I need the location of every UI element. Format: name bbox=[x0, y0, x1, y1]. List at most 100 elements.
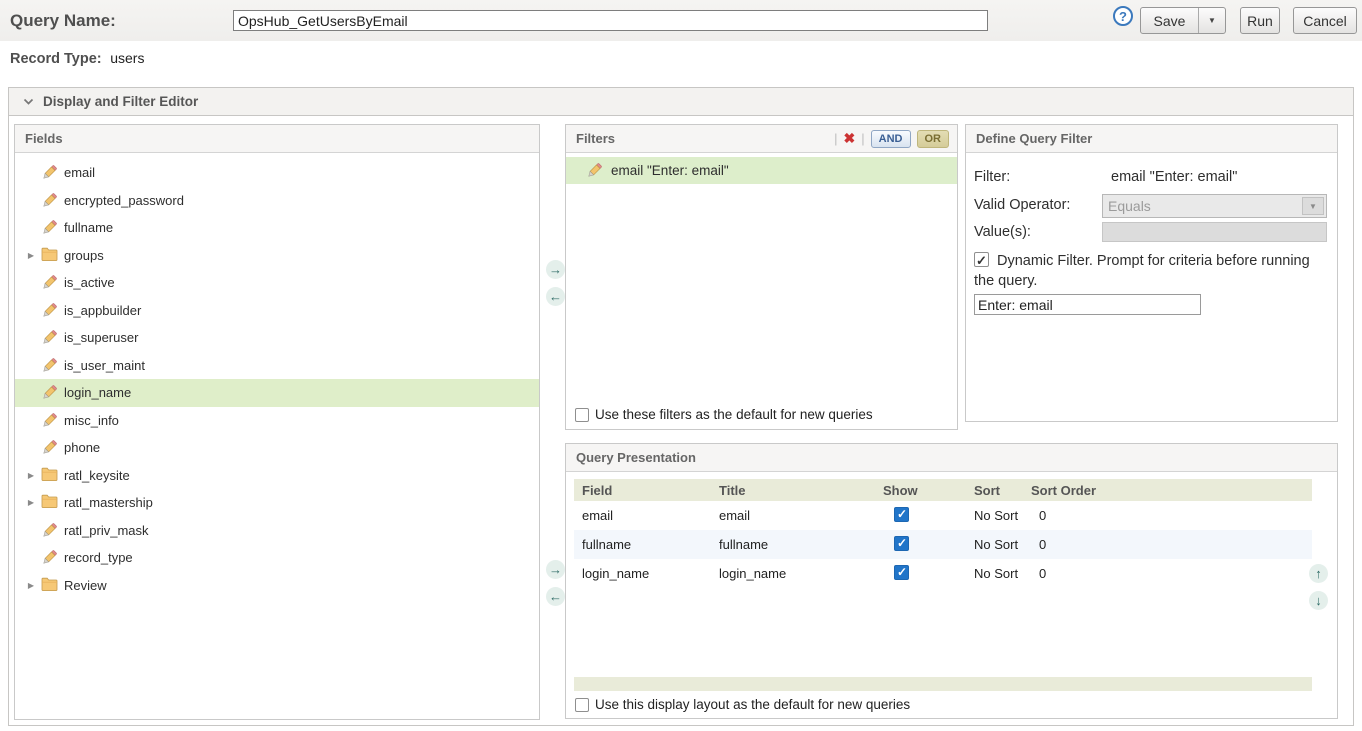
field-tree-item[interactable]: ▶record_type bbox=[15, 544, 539, 572]
field-tree-item[interactable]: ▶login_name bbox=[15, 379, 539, 407]
fields-panel: Fields ▶email▶encrypted_password▶fullnam… bbox=[14, 124, 540, 720]
folder-tree-item[interactable]: ▶ratl_keysite bbox=[15, 462, 539, 490]
cell-sort-order: 0 bbox=[1031, 537, 1312, 552]
pencil-icon bbox=[586, 162, 603, 179]
layout-default-checkbox-row: Use this display layout as the default f… bbox=[575, 697, 910, 712]
record-type-value: users bbox=[110, 50, 144, 66]
dynamic-prompt-input[interactable] bbox=[974, 294, 1201, 315]
run-button[interactable]: Run bbox=[1240, 7, 1280, 34]
cell-field: email bbox=[574, 508, 719, 523]
presentation-panel-title: Query Presentation bbox=[576, 450, 696, 465]
fields-tree: ▶email▶encrypted_password▶fullname▶group… bbox=[15, 153, 539, 599]
operator-row: Valid Operator: Equals ▼ bbox=[974, 197, 1070, 213]
query-name-input[interactable] bbox=[233, 10, 988, 31]
layout-default-checkbox-label: Use this display layout as the default f… bbox=[595, 697, 910, 712]
field-tree-item[interactable]: ▶misc_info bbox=[15, 407, 539, 435]
table-row[interactable]: emailemailNo Sort0 bbox=[574, 501, 1312, 530]
expand-arrow-icon[interactable]: ▶ bbox=[25, 471, 37, 480]
move-right-arrow-icon[interactable]: → bbox=[546, 560, 565, 579]
cell-sort: No Sort bbox=[974, 508, 1031, 523]
folder-tree-item[interactable]: ▶Review bbox=[15, 572, 539, 600]
presentation-table-header: FieldTitleShowSortSort Order bbox=[574, 479, 1312, 501]
field-tree-item[interactable]: ▶is_appbuilder bbox=[15, 297, 539, 325]
pencil-icon bbox=[41, 412, 58, 429]
expand-arrow-icon[interactable]: ▶ bbox=[25, 581, 37, 590]
cell-sort-order: 0 bbox=[1031, 566, 1312, 581]
cell-show bbox=[883, 565, 974, 583]
presentation-table-body: emailemailNo Sort0fullnamefullnameNo Sor… bbox=[574, 501, 1312, 588]
and-operator-button[interactable]: AND bbox=[871, 130, 911, 148]
save-dropdown-caret-icon[interactable]: ▼ bbox=[1198, 8, 1225, 33]
display-filter-editor-header[interactable]: Display and Filter Editor bbox=[9, 88, 1353, 116]
tree-item-label: is_appbuilder bbox=[64, 303, 141, 318]
move-left-arrow-icon[interactable]: ← bbox=[546, 287, 565, 306]
editor-section-title: Display and Filter Editor bbox=[43, 94, 198, 109]
column-header-field: Field bbox=[574, 483, 719, 498]
filters-panel-header: Filters | ✖ | AND OR bbox=[566, 125, 957, 153]
show-checkbox[interactable] bbox=[894, 565, 909, 580]
cell-field: login_name bbox=[574, 566, 719, 581]
delete-filter-icon[interactable]: ✖ bbox=[844, 130, 856, 147]
filter-label: Filter: bbox=[974, 169, 1111, 185]
select-caret-icon: ▼ bbox=[1302, 197, 1324, 215]
show-checkbox[interactable] bbox=[894, 536, 909, 551]
move-left-arrow-icon[interactable]: ← bbox=[546, 587, 565, 606]
pencil-icon bbox=[41, 192, 58, 209]
filter-value: email "Enter: email" bbox=[1111, 169, 1237, 185]
folder-tree-item[interactable]: ▶groups bbox=[15, 242, 539, 270]
expand-arrow-icon[interactable]: ▶ bbox=[25, 498, 37, 507]
filters-panel: Filters | ✖ | AND OR email "Enter: email… bbox=[565, 124, 958, 430]
field-tree-item[interactable]: ▶ratl_priv_mask bbox=[15, 517, 539, 545]
presentation-table: FieldTitleShowSortSort Order emailemail N… bbox=[574, 479, 1312, 588]
filters-default-checkbox-row: Use these filters as the default for new… bbox=[575, 407, 873, 422]
dynamic-filter-checkbox[interactable] bbox=[974, 252, 989, 267]
top-toolbar: Query Name: ? Save ▼ Run Cancel bbox=[0, 0, 1362, 41]
pencil-icon bbox=[41, 302, 58, 319]
query-presentation-panel: Query Presentation FieldTitleShowSortSor… bbox=[565, 443, 1338, 719]
folder-tree-item[interactable]: ▶ratl_mastership bbox=[15, 489, 539, 517]
tree-item-label: phone bbox=[64, 440, 100, 455]
move-down-arrow-icon[interactable]: ↓ bbox=[1309, 591, 1328, 610]
cell-title: fullname bbox=[719, 537, 883, 552]
save-button[interactable]: Save bbox=[1141, 13, 1198, 29]
filter-item-label: email "Enter: email" bbox=[611, 163, 729, 178]
presentation-table-footer-strip bbox=[574, 677, 1312, 691]
layout-default-checkbox[interactable] bbox=[575, 698, 589, 712]
column-header-sort: Sort bbox=[974, 483, 1031, 498]
field-tree-item[interactable]: ▶encrypted_password bbox=[15, 187, 539, 215]
expand-arrow-icon[interactable]: ▶ bbox=[25, 251, 37, 260]
record-type-label: Record Type: bbox=[10, 51, 102, 67]
or-operator-button[interactable]: OR bbox=[917, 130, 950, 148]
table-row[interactable]: fullnamefullnameNo Sort0 bbox=[574, 530, 1312, 559]
folder-icon bbox=[41, 467, 58, 484]
show-checkbox[interactable] bbox=[894, 507, 909, 522]
help-icon[interactable]: ? bbox=[1113, 6, 1133, 26]
filters-default-checkbox[interactable] bbox=[575, 408, 589, 422]
filters-toolbar: | ✖ | AND OR bbox=[834, 130, 949, 148]
move-right-arrow-icon[interactable]: → bbox=[546, 260, 565, 279]
save-split-button[interactable]: Save ▼ bbox=[1140, 7, 1226, 34]
field-tree-item[interactable]: ▶is_active bbox=[15, 269, 539, 297]
valid-operator-label: Valid Operator: bbox=[974, 197, 1070, 213]
move-up-arrow-icon[interactable]: ↑ bbox=[1309, 564, 1328, 583]
fields-panel-header: Fields bbox=[15, 125, 539, 153]
field-tree-item[interactable]: ▶fullname bbox=[15, 214, 539, 242]
chevron-down-icon bbox=[23, 98, 34, 106]
pencil-icon bbox=[41, 522, 58, 539]
cell-field: fullname bbox=[574, 537, 719, 552]
cell-title: login_name bbox=[719, 566, 883, 581]
tree-item-label: misc_info bbox=[64, 413, 119, 428]
filter-list-item[interactable]: email "Enter: email" bbox=[566, 157, 957, 184]
pencil-icon bbox=[41, 384, 58, 401]
column-header-show: Show bbox=[883, 483, 974, 498]
field-tree-item[interactable]: ▶is_user_maint bbox=[15, 352, 539, 380]
operator-value: Equals bbox=[1108, 198, 1151, 214]
cancel-button[interactable]: Cancel bbox=[1293, 7, 1357, 34]
field-tree-item[interactable]: ▶phone bbox=[15, 434, 539, 462]
cell-title: email bbox=[719, 508, 883, 523]
field-tree-item[interactable]: ▶is_superuser bbox=[15, 324, 539, 352]
field-tree-item[interactable]: ▶email bbox=[15, 159, 539, 187]
define-panel-title: Define Query Filter bbox=[976, 131, 1092, 146]
toolbar-separator: | bbox=[834, 131, 837, 146]
table-row[interactable]: login_namelogin_nameNo Sort0 bbox=[574, 559, 1312, 588]
